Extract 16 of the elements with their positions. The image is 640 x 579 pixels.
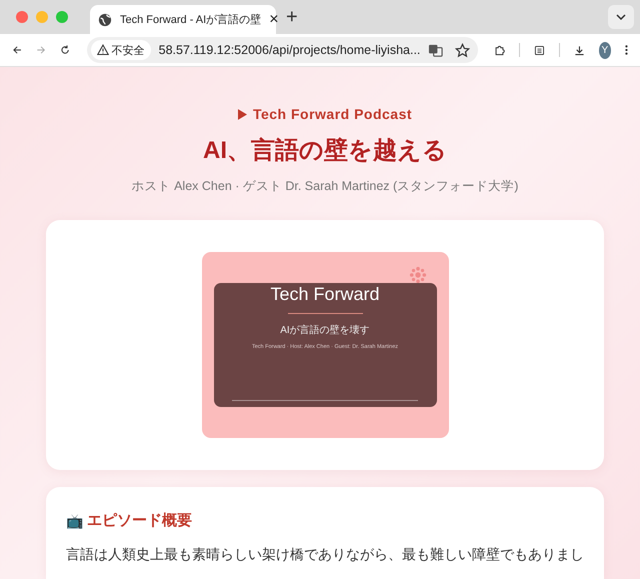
cover-subtitle: AIが言語の壁を壊す <box>280 324 370 337</box>
browser-tab[interactable]: Tech Forward - AIが言語の壁 × <box>90 5 276 34</box>
address-bar[interactable]: 不安全 58.57.119.12:52006/api/projects/home-liyisha... <box>86 37 478 63</box>
credits-text: ホスト Alex Chen · ゲスト Dr. Sarah Martinez (スタンフォード大学) <box>130 178 520 195</box>
cover-title: Tech Forward <box>270 284 380 305</box>
series-name: Tech Forward Podcast <box>252 106 412 122</box>
episode-title: AI、言語の壁を越える <box>202 136 448 166</box>
security-chip[interactable]: 不安全 <box>90 40 151 60</box>
television-icon: 📺 <box>66 512 83 528</box>
tab-close-button[interactable]: × <box>269 12 279 28</box>
url-text: 58.57.119.12:52006/api/projects/home-liyisha... <box>158 43 420 57</box>
summary-paragraph: 言語は人類史上最も素晴らしい架け橋でありながら、最も難しい障壁でもありまし <box>66 546 584 564</box>
section-heading: エピソード概要 <box>87 511 192 530</box>
tab-title: Tech Forward - AIが言語の壁 <box>120 12 262 27</box>
profile-avatar[interactable]: Y <box>598 42 612 58</box>
new-tab-button[interactable]: + <box>286 7 298 27</box>
